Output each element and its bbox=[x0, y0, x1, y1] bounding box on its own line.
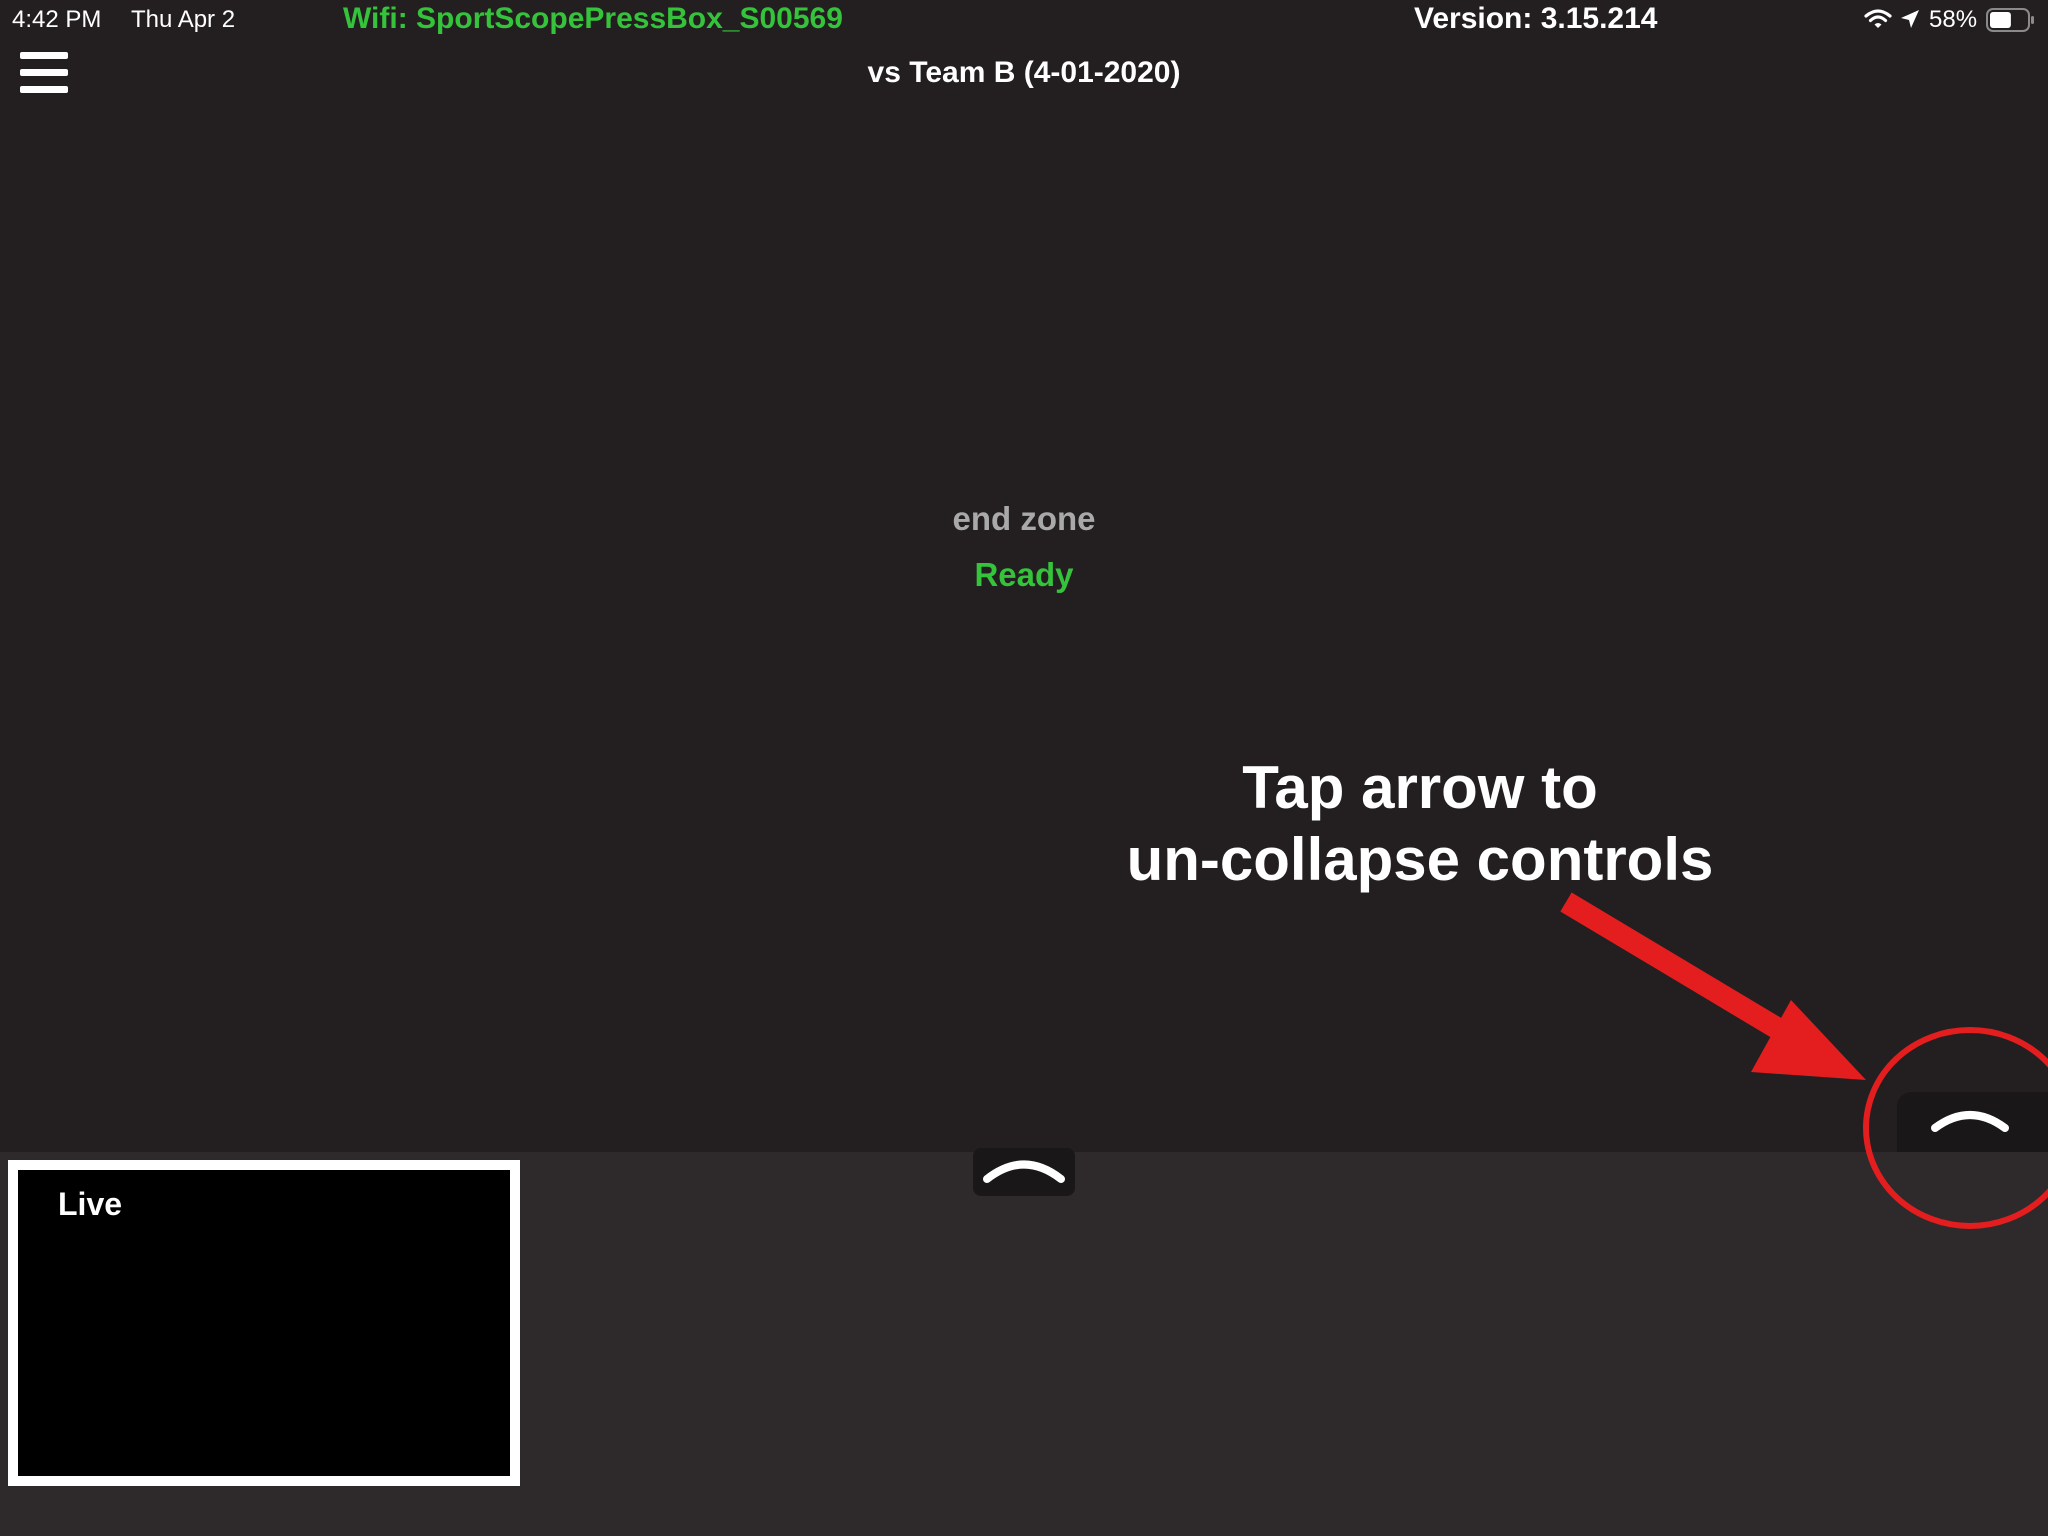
location-arrow-icon bbox=[1901, 10, 1919, 28]
annotation-callout: Tap arrow to un-collapse controls bbox=[1080, 752, 1760, 896]
game-title: vs Team B (4-01-2020) bbox=[867, 56, 1181, 89]
chevron-up-icon bbox=[983, 1160, 1065, 1183]
camera-name-label: end zone bbox=[952, 500, 1096, 537]
camera-status-label: Ready bbox=[974, 556, 1074, 593]
wifi-network-label: Wifi: SportScopePressBox_S00569 bbox=[343, 2, 843, 35]
uncollapse-controls-button[interactable] bbox=[1897, 1092, 2048, 1152]
annotation-line-2: un-collapse controls bbox=[1126, 826, 1714, 893]
status-bar: 4:42 PM Thu Apr 2 Wifi: SportScopePressB… bbox=[0, 0, 2048, 40]
battery-icon bbox=[1986, 8, 2034, 32]
battery-level-fill bbox=[1990, 12, 2011, 28]
status-date: Thu Apr 2 bbox=[131, 6, 236, 33]
chevron-up-icon bbox=[1931, 1111, 2009, 1132]
live-video-preview[interactable]: Live bbox=[8, 1160, 520, 1486]
status-time: 4:42 PM bbox=[12, 6, 102, 33]
annotation-arrow-shaft bbox=[1560, 892, 1806, 1052]
app-version-label: Version: 3.15.214 bbox=[1414, 2, 1658, 35]
collapse-toggle-button[interactable] bbox=[973, 1148, 1075, 1196]
app-screen: 4:42 PM Thu Apr 2 Wifi: SportScopePressB… bbox=[0, 0, 2048, 1536]
annotation-arrow-head bbox=[1751, 1000, 1866, 1080]
wifi-icon bbox=[1864, 9, 1892, 28]
annotation-line-1: Tap arrow to bbox=[1242, 754, 1598, 821]
live-label: Live bbox=[58, 1186, 123, 1222]
battery-percent: 58% bbox=[1929, 6, 1978, 33]
